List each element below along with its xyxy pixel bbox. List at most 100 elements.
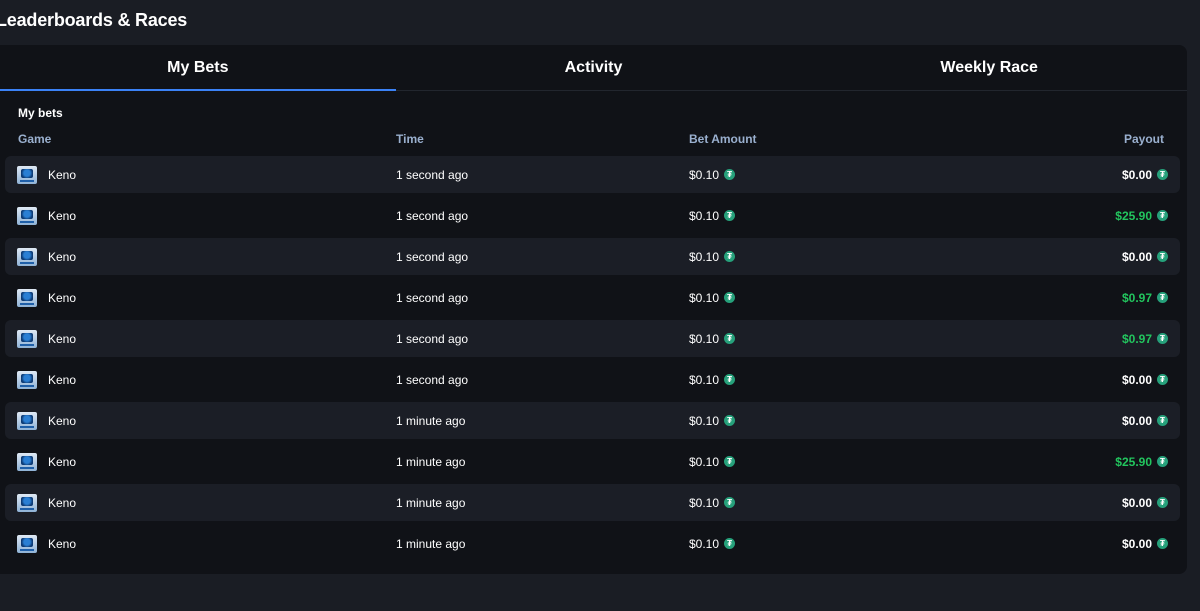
game-name[interactable]: Keno xyxy=(48,496,76,510)
table-row[interactable]: Keno 1 second ago $0.10 ₮ $0.97 ₮ xyxy=(5,279,1180,316)
game-name[interactable]: Keno xyxy=(48,373,76,387)
column-header-time: Time xyxy=(396,132,424,146)
keno-game-icon xyxy=(17,534,37,553)
game-name[interactable]: Keno xyxy=(48,455,76,469)
payout-amount: $0.00 xyxy=(1121,536,1152,551)
tether-coin-icon: ₮ xyxy=(1157,538,1168,549)
page-title: Leaderboards & Races xyxy=(0,10,188,30)
game-cell: Keno xyxy=(17,402,76,439)
time-cell: 1 second ago xyxy=(396,331,469,346)
game-cell: Keno xyxy=(17,525,76,562)
tether-coin-icon: ₮ xyxy=(1157,374,1168,385)
table-row[interactable]: Keno 1 second ago $0.10 ₮ $0.00 ₮ xyxy=(5,361,1180,398)
bet-amount: $0.10 xyxy=(689,495,720,510)
game-cell: Keno xyxy=(17,443,76,480)
payout-amount: $0.00 xyxy=(1121,167,1152,182)
table-row[interactable]: Keno 1 second ago $0.10 ₮ $0.97 ₮ xyxy=(5,320,1180,357)
payout-amount: $0.97 xyxy=(1121,331,1152,346)
game-name[interactable]: Keno xyxy=(48,291,76,305)
game-cell: Keno xyxy=(17,484,76,521)
tether-coin-icon: ₮ xyxy=(1157,169,1168,180)
time-cell: 1 minute ago xyxy=(396,536,466,551)
tab-activity[interactable]: Activity xyxy=(396,45,792,90)
tether-coin-icon: ₮ xyxy=(724,456,736,467)
tether-coin-icon: ₮ xyxy=(724,415,736,426)
bet-amount: $0.10 xyxy=(689,331,720,346)
tab-my-bets[interactable]: My Bets xyxy=(0,45,396,91)
bet-amount-cell: $0.10 ₮ xyxy=(689,525,736,562)
table-row[interactable]: Keno 1 second ago $0.10 ₮ $25.90 ₮ xyxy=(5,197,1180,234)
payout-cell: $0.00 ₮ xyxy=(1122,361,1168,398)
keno-game-icon xyxy=(17,452,37,471)
tether-coin-icon: ₮ xyxy=(724,169,736,180)
tether-coin-icon: ₮ xyxy=(724,374,736,385)
game-name[interactable]: Keno xyxy=(48,414,76,428)
bet-amount: $0.10 xyxy=(689,413,720,428)
bet-amount-cell: $0.10 ₮ xyxy=(689,320,736,357)
time-cell: 1 minute ago xyxy=(396,454,466,469)
table-row[interactable]: Keno 1 minute ago $0.10 ₮ $0.00 ₮ xyxy=(5,484,1180,521)
payout-cell: $0.00 ₮ xyxy=(1122,484,1168,521)
tether-coin-icon: ₮ xyxy=(724,292,736,303)
table-row[interactable]: Keno 1 second ago $0.10 ₮ $0.00 ₮ xyxy=(5,238,1180,275)
tether-coin-icon: ₮ xyxy=(1157,333,1168,344)
payout-amount: $0.00 xyxy=(1121,372,1152,387)
column-header-payout: Payout xyxy=(1123,132,1164,146)
payout-cell: $0.00 ₮ xyxy=(1122,525,1168,562)
payout-cell: $0.97 ₮ xyxy=(1122,320,1168,357)
tab-weekly-race[interactable]: Weekly Race xyxy=(791,45,1187,90)
bet-amount: $0.10 xyxy=(689,249,720,264)
bet-amount-cell: $0.10 ₮ xyxy=(689,484,736,521)
bet-amount: $0.10 xyxy=(689,167,720,182)
tether-coin-icon: ₮ xyxy=(1157,497,1168,508)
table-row[interactable]: Keno 1 second ago $0.10 ₮ $0.00 ₮ xyxy=(5,156,1180,193)
payout-cell: $0.00 ₮ xyxy=(1122,238,1168,275)
payout-cell: $0.00 ₮ xyxy=(1122,156,1168,193)
payout-cell: $25.90 ₮ xyxy=(1115,197,1168,234)
keno-game-icon xyxy=(17,206,37,225)
game-name[interactable]: Keno xyxy=(48,168,76,182)
game-cell: Keno xyxy=(17,156,76,193)
bet-amount-cell: $0.10 ₮ xyxy=(689,443,736,480)
game-cell: Keno xyxy=(17,238,76,275)
bet-amount-cell: $0.10 ₮ xyxy=(689,156,736,193)
game-name[interactable]: Keno xyxy=(48,332,76,346)
tether-coin-icon: ₮ xyxy=(724,210,736,221)
bet-amount-cell: $0.10 ₮ xyxy=(689,402,736,439)
bet-amount: $0.10 xyxy=(689,208,720,223)
game-name[interactable]: Keno xyxy=(48,537,76,551)
table-row[interactable]: Keno 1 minute ago $0.10 ₮ $0.00 ₮ xyxy=(5,525,1180,562)
keno-game-icon xyxy=(17,165,37,184)
column-header-game: Game xyxy=(18,132,52,146)
game-cell: Keno xyxy=(17,320,76,357)
payout-amount: $0.00 xyxy=(1121,495,1152,510)
payout-amount: $0.00 xyxy=(1121,249,1152,264)
tether-coin-icon: ₮ xyxy=(1157,415,1168,426)
keno-game-icon xyxy=(17,329,37,348)
payout-amount: $0.97 xyxy=(1121,290,1152,305)
bet-amount: $0.10 xyxy=(689,454,720,469)
column-header-bet-amount: Bet Amount xyxy=(689,132,757,146)
bets-table: Keno 1 second ago $0.10 ₮ $0.00 ₮ Keno 1 second… xyxy=(5,156,1180,566)
payout-amount: $0.00 xyxy=(1121,413,1152,428)
keno-game-icon xyxy=(17,370,37,389)
section-title: My bets xyxy=(18,106,63,120)
table-row[interactable]: Keno 1 minute ago $0.10 ₮ $25.90 ₮ xyxy=(5,443,1180,480)
game-name[interactable]: Keno xyxy=(48,209,76,223)
tether-coin-icon: ₮ xyxy=(1157,251,1168,262)
time-cell: 1 second ago xyxy=(396,167,469,182)
tether-coin-icon: ₮ xyxy=(724,497,736,508)
table-row[interactable]: Keno 1 minute ago $0.10 ₮ $0.00 ₮ xyxy=(5,402,1180,439)
tether-coin-icon: ₮ xyxy=(724,251,736,262)
game-cell: Keno xyxy=(17,361,76,398)
bets-panel: My Bets Activity Weekly Race My bets Gam… xyxy=(0,45,1187,574)
tether-coin-icon: ₮ xyxy=(1157,292,1168,303)
time-cell: 1 minute ago xyxy=(396,495,466,510)
payout-amount: $25.90 xyxy=(1115,454,1152,469)
bet-amount-cell: $0.10 ₮ xyxy=(689,197,736,234)
game-name[interactable]: Keno xyxy=(48,250,76,264)
bet-amount: $0.10 xyxy=(689,290,720,305)
tether-coin-icon: ₮ xyxy=(1157,210,1168,221)
bet-amount: $0.10 xyxy=(689,372,720,387)
tab-bar: My Bets Activity Weekly Race xyxy=(0,45,1187,91)
